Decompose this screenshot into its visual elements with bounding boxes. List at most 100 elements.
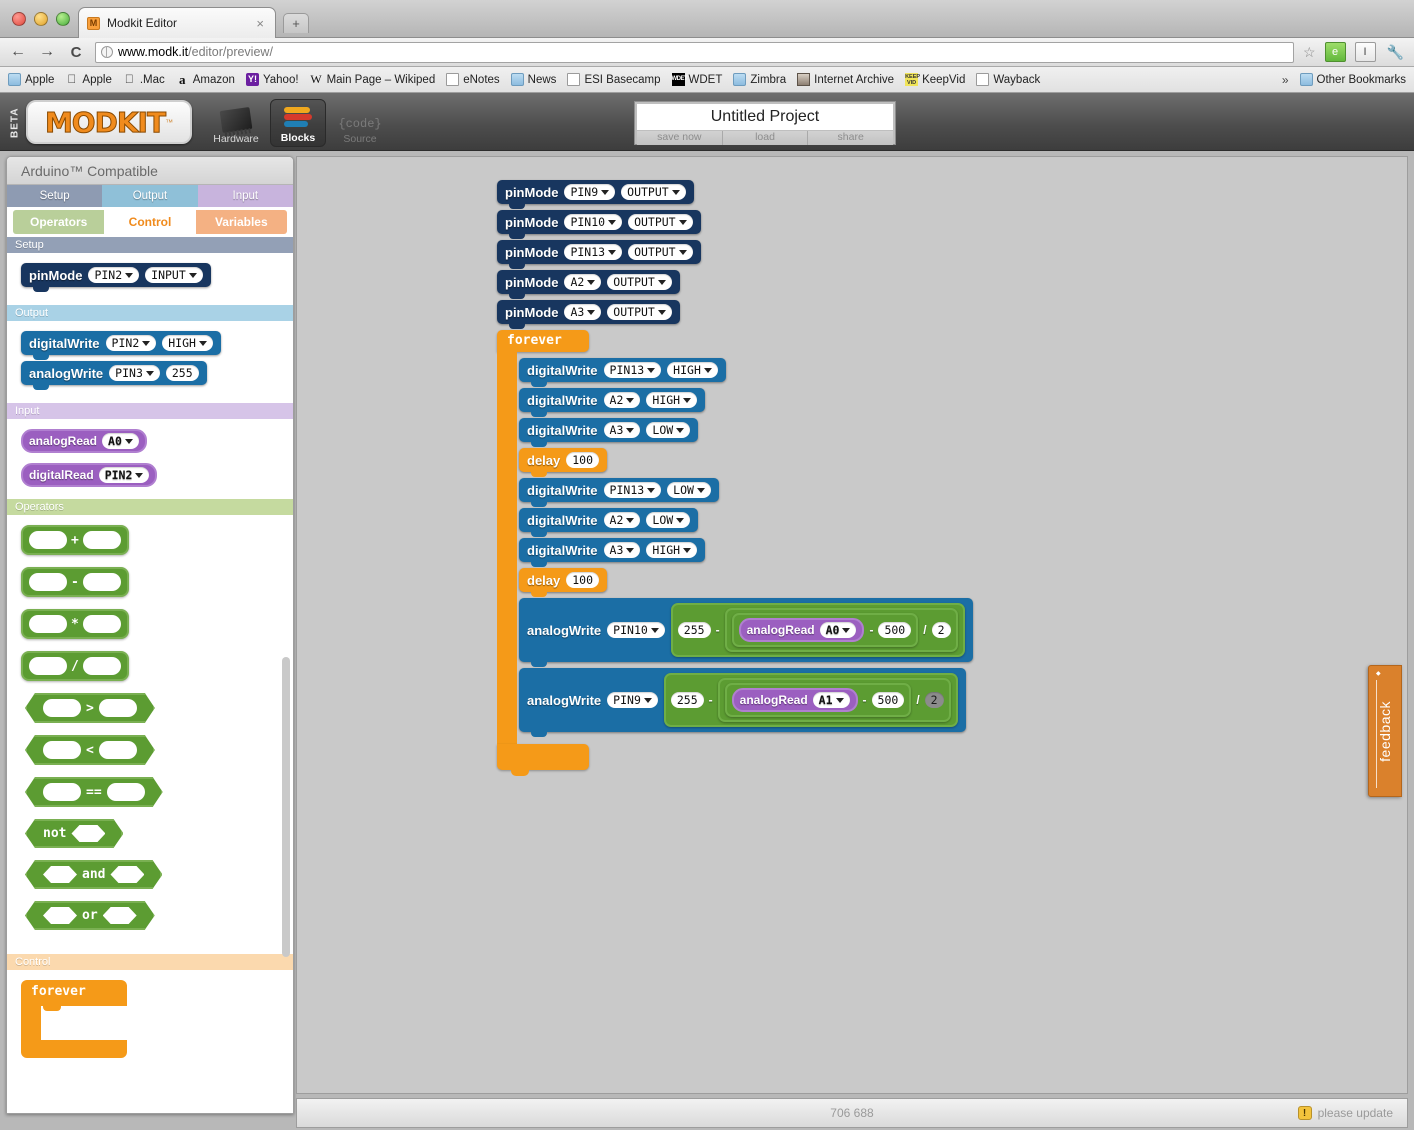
operand-slot[interactable] [29, 615, 67, 633]
mode-dropdown[interactable]: OUTPUT [628, 244, 693, 260]
operand-input[interactable]: 255 [677, 622, 711, 638]
operand-slot[interactable] [99, 699, 137, 717]
pin-dropdown[interactable]: PIN3 [109, 365, 160, 381]
mode-dropdown[interactable]: OUTPUT [607, 274, 672, 290]
value-dropdown[interactable]: LOW [646, 422, 691, 438]
block-digitalwrite[interactable]: digitalWrite A3 HIGH [519, 538, 706, 567]
bookmark-item[interactable]: Internet Archive [797, 73, 894, 86]
mode-dropdown[interactable]: OUTPUT [607, 304, 672, 320]
block-digitalwrite[interactable]: digitalWrite PIN13 LOW [519, 478, 719, 507]
palette-scrollbar[interactable] [282, 237, 290, 1113]
palette-scroll-area[interactable]: Setup pinMode PIN2 INPUT Output digitalW… [7, 237, 293, 1113]
operand-input[interactable]: 500 [878, 622, 912, 638]
pin-dropdown[interactable]: PIN9 [607, 692, 658, 708]
operand-slot[interactable] [43, 741, 81, 759]
pin-dropdown[interactable]: A1 [812, 692, 850, 708]
pin-dropdown[interactable]: A2 [564, 274, 602, 290]
palette-block-multiply[interactable]: * [21, 609, 129, 639]
block-analogwrite[interactable]: analogWrite PIN10 255 - analogRead A0 - … [519, 598, 973, 667]
bookmark-item[interactable]:  Apple [65, 73, 111, 86]
operand-slot[interactable] [82, 573, 121, 591]
operand-slot[interactable] [43, 699, 81, 717]
reload-icon[interactable]: C [66, 45, 86, 60]
expr-subtract-inner[interactable]: analogRead A0 - 500 [731, 613, 919, 647]
operand-slot[interactable] [107, 783, 145, 801]
mode-blocks-button[interactable]: Blocks [270, 99, 326, 147]
block-delay[interactable]: delay 100 [519, 448, 608, 477]
boolean-slot[interactable] [43, 907, 77, 924]
evernote-extension-icon[interactable]: e [1324, 42, 1346, 62]
value-dropdown[interactable]: HIGH [667, 362, 718, 378]
bookmark-item[interactable]: Zimbra [733, 73, 786, 86]
save-now-button[interactable]: save now [637, 131, 723, 145]
palette-block-not[interactable]: not [25, 819, 123, 848]
bookmark-star-icon[interactable]: ☆ [1303, 44, 1316, 61]
share-button[interactable]: share [808, 131, 894, 145]
boolean-slot[interactable] [71, 825, 105, 842]
operand-slot[interactable] [99, 741, 137, 759]
bookmark-item[interactable]: Apple [8, 73, 54, 86]
operand-input[interactable]: 500 [871, 692, 905, 708]
minimize-window-button[interactable] [34, 12, 48, 26]
close-window-button[interactable] [12, 12, 26, 26]
operand-slot[interactable] [82, 657, 121, 675]
operand-slot[interactable] [29, 531, 67, 549]
value-dropdown[interactable]: HIGH [646, 392, 698, 408]
operand-slot[interactable] [82, 531, 121, 549]
mode-dropdown[interactable]: OUTPUT [628, 214, 693, 230]
delay-input[interactable]: 100 [566, 452, 600, 468]
block-digitalwrite[interactable]: digitalWrite A3 LOW [519, 418, 699, 447]
boolean-slot[interactable] [110, 866, 144, 883]
pin-dropdown[interactable]: A0 [102, 433, 139, 449]
bookmark-item[interactable]: News [510, 73, 556, 86]
bookmark-item[interactable]: W Main Page – Wikiped [310, 73, 435, 86]
bookmarks-overflow-chevron-icon[interactable]: » [1282, 73, 1289, 87]
modkit-logo[interactable]: MODKIT ™ [26, 100, 192, 144]
block-digitalwrite[interactable]: digitalWrite PIN13 HIGH [519, 358, 726, 387]
mode-dropdown[interactable]: INPUT [145, 267, 203, 283]
operand-input[interactable]: 255 [670, 692, 704, 708]
feedback-tab[interactable]: feedback [1368, 665, 1402, 797]
operand-slot[interactable] [29, 573, 67, 591]
value-input[interactable]: 255 [165, 365, 199, 381]
boolean-slot[interactable] [43, 866, 77, 883]
palette-block-less-than[interactable]: < [25, 735, 155, 765]
bookmark-item[interactable]: .Mac [123, 73, 165, 86]
tab-input[interactable]: Input [197, 185, 293, 207]
palette-block-or[interactable]: or [25, 901, 155, 930]
palette-block-digitalread[interactable]: digitalRead PIN2 [21, 463, 158, 487]
block-pinmode[interactable]: pinMode PIN13 OUTPUT [497, 240, 701, 269]
value-dropdown[interactable]: LOW [667, 482, 711, 498]
pin-dropdown[interactable]: PIN2 [105, 335, 157, 351]
palette-block-equals[interactable]: == [25, 777, 163, 807]
block-pinmode[interactable]: pinMode A2 OUTPUT [497, 270, 680, 299]
palette-block-add[interactable]: + [21, 525, 129, 555]
value-dropdown[interactable]: HIGH [162, 335, 213, 351]
pin-dropdown[interactable]: PIN13 [603, 482, 662, 498]
browser-tab[interactable]: M Modkit Editor × [78, 7, 276, 38]
bookmark-item[interactable]: eNotes [446, 73, 500, 86]
address-bar[interactable]: www.modk.it/editor/preview/ [95, 41, 1294, 63]
block-analogwrite[interactable]: analogWrite PIN9 255 - analogRead A1 - 5… [519, 668, 966, 737]
tab-operators[interactable]: Operators [13, 210, 105, 234]
pin-dropdown[interactable]: PIN2 [88, 267, 140, 283]
bookmark-item[interactable]: WDET WDET [671, 73, 722, 86]
value-dropdown[interactable]: LOW [646, 512, 691, 528]
pin-dropdown[interactable]: A3 [603, 542, 641, 558]
mode-source-button[interactable]: {code} Source [332, 99, 388, 147]
block-analogread[interactable]: analogRead A0 [738, 618, 865, 642]
maximize-window-button[interactable] [56, 12, 70, 26]
tab-output[interactable]: Output [102, 185, 198, 207]
palette-scrollbar-thumb[interactable] [282, 657, 290, 957]
tab-variables[interactable]: Variables [195, 210, 287, 234]
expr-subtract-outer[interactable]: 255 - analogRead A0 - 500 / 2 [670, 603, 965, 657]
tab-setup[interactable]: Setup [7, 185, 103, 207]
new-tab-button[interactable]: + [283, 13, 309, 33]
palette-block-forever[interactable]: forever [21, 980, 131, 1058]
bookmark-item[interactable]: KEEP VID KeepVid [905, 73, 965, 86]
bookmark-item[interactable]: Y! Yahoo! [245, 73, 299, 86]
palette-block-greater-than[interactable]: > [25, 693, 155, 723]
block-delay[interactable]: delay 100 [519, 568, 608, 597]
pin-dropdown[interactable]: A3 [603, 422, 641, 438]
other-bookmarks-folder[interactable]: Other Bookmarks [1299, 73, 1406, 86]
